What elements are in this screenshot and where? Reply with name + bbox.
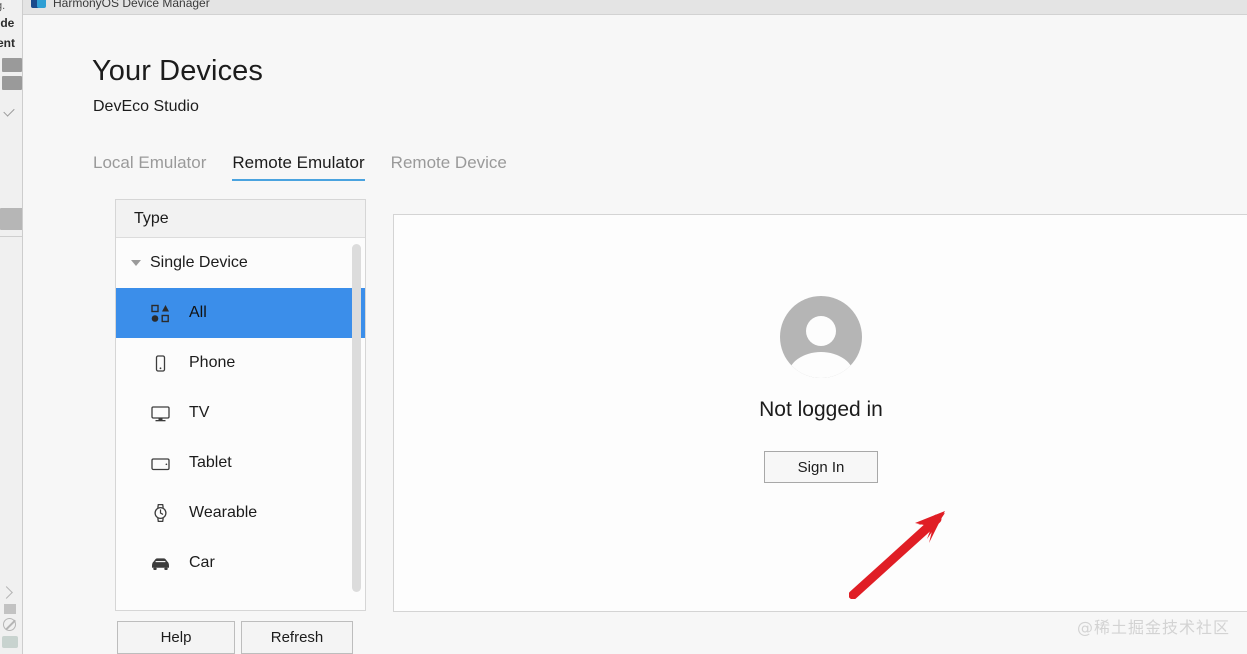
ide-toolbar-icon: [4, 604, 16, 614]
watch-icon: [143, 503, 177, 523]
device-list-scrollbar[interactable]: [352, 244, 361, 592]
refresh-button[interactable]: Refresh: [241, 621, 353, 654]
page-title: Your Devices: [92, 55, 263, 87]
sign-in-button[interactable]: Sign In: [764, 451, 878, 483]
chevron-down-icon[interactable]: [131, 260, 141, 266]
device-manager-window: HarmonyOS Device Manager Your Devices De…: [22, 0, 1247, 654]
sidebar-item-tablet[interactable]: Tablet: [116, 438, 365, 488]
tab-local-emulator[interactable]: Local Emulator: [93, 153, 206, 181]
ide-text-fragment-1: g.: [0, 0, 6, 12]
remote-emulator-panel: Not logged in Sign In: [393, 214, 1247, 612]
ide-block-icon: [2, 76, 22, 90]
window-title: HarmonyOS Device Manager: [53, 0, 210, 10]
sidebar-item-label: TV: [189, 404, 210, 421]
sidebar-item-label: Phone: [189, 354, 236, 371]
harmonyos-logo-icon: [31, 0, 46, 9]
sidebar-item-phone[interactable]: Phone: [116, 338, 365, 388]
user-avatar-icon: [780, 296, 862, 378]
all-devices-icon: [143, 304, 177, 323]
ide-text-fragment-3: ent: [0, 36, 15, 50]
sidebar-item-tv[interactable]: TV: [116, 388, 365, 438]
tab-remote-emulator[interactable]: Remote Emulator: [232, 153, 365, 181]
car-icon: [143, 554, 177, 573]
tab-bar: Local Emulator Remote Emulator Remote De…: [93, 153, 507, 181]
sidebar-item-label: Wearable: [189, 504, 258, 521]
sidebar-item-label: Tablet: [189, 454, 232, 471]
tablet-icon: [143, 454, 177, 473]
no-entry-icon: [3, 618, 16, 631]
window-content: Your Devices DevEco Studio Local Emulato…: [23, 15, 1247, 654]
window-titlebar: HarmonyOS Device Manager: [23, 0, 1247, 15]
sidebar-item-all[interactable]: All: [116, 288, 365, 338]
device-type-panel: Type Single Device All Phone TV Tablet W…: [115, 199, 366, 611]
ide-text-fragment-2: ide: [0, 16, 15, 30]
sidebar-item-label: Car: [189, 554, 215, 571]
login-prompt: Not logged in Sign In: [394, 296, 1247, 483]
login-status-text: Not logged in: [759, 398, 883, 421]
checkmark-icon: [3, 105, 15, 117]
sidebar-item-wearable[interactable]: Wearable: [116, 488, 365, 538]
group-row-single-device[interactable]: Single Device: [116, 238, 365, 288]
device-type-list: Single Device All Phone TV Tablet Wearab…: [116, 238, 365, 610]
screenshot-root: g. ide ent HarmonyOS Device Manager Your…: [0, 0, 1247, 654]
help-button[interactable]: Help: [117, 621, 235, 654]
watermark-text: @稀土掘金技术社区: [1076, 618, 1230, 637]
group-label: Single Device: [150, 254, 248, 271]
ide-block-icon: [2, 58, 22, 72]
page-subtitle: DevEco Studio: [93, 98, 199, 115]
ide-toolbar-icon: [2, 636, 18, 648]
phone-icon: [143, 354, 177, 373]
chevron-right-icon: [0, 586, 13, 599]
tv-icon: [143, 404, 177, 423]
sidebar-item-label: All: [189, 304, 207, 321]
tab-remote-device[interactable]: Remote Device: [391, 153, 507, 181]
sidebar-item-car[interactable]: Car: [116, 538, 365, 588]
type-column-header: Type: [116, 200, 365, 238]
